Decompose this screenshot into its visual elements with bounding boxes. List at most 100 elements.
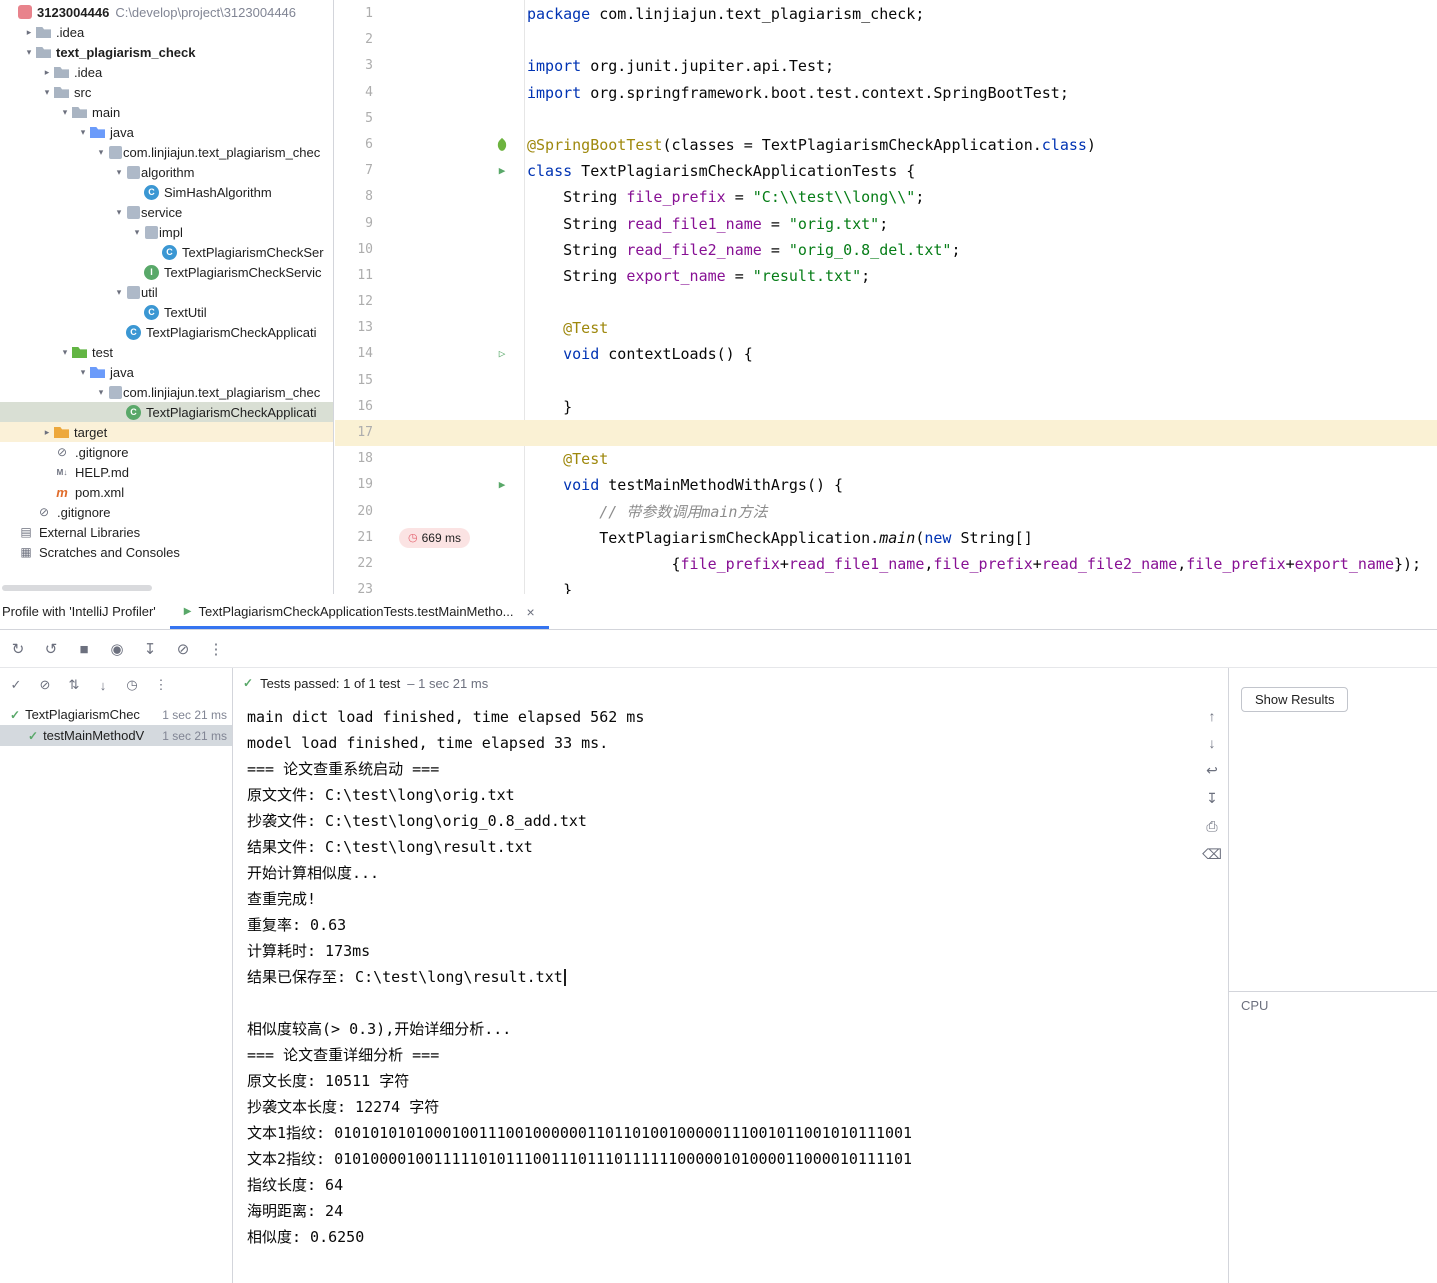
code-line[interactable]: 15 <box>335 368 1437 394</box>
code-line[interactable]: 8 String file_prefix = "C:\\test\\long\\… <box>335 184 1437 210</box>
tree-row[interactable]: M↓ HELP.md <box>0 462 333 482</box>
tree-row[interactable]: ▸ .idea <box>0 62 333 82</box>
tree-row[interactable]: C TextUtil <box>0 302 333 322</box>
code-line[interactable]: 22 {file_prefix+read_file1_name,file_pre… <box>335 551 1437 577</box>
chevron-down-icon[interactable]: ▾ <box>76 367 90 378</box>
console-output[interactable]: main dict load finished, time elapsed 56… <box>233 704 1196 1283</box>
code-line[interactable]: 7 ▶ class TextPlagiarismCheckApplicationTe… <box>335 158 1437 184</box>
tree-row[interactable]: ▾ impl <box>0 222 333 242</box>
run-icon[interactable]: ▷ <box>490 341 514 367</box>
code-line[interactable]: 3 import org.junit.jupiter.api.Test; <box>335 53 1437 79</box>
code-line[interactable]: 20 // 带参数调用main方法 <box>335 499 1437 525</box>
scroll-up-icon[interactable]: ↑ <box>1204 708 1220 724</box>
tree-row[interactable]: ▾ algorithm <box>0 162 333 182</box>
tree-row[interactable]: ⊘ .gitignore <box>0 502 333 522</box>
code-line[interactable]: 16 } <box>335 394 1437 420</box>
code-line[interactable]: 4 import org.springframework.boot.test.co… <box>335 80 1437 106</box>
spring-leaf-icon[interactable] <box>490 132 514 158</box>
tree-row[interactable]: C SimHashAlgorithm <box>0 182 333 202</box>
show-passed-icon[interactable]: ✓ <box>8 677 24 693</box>
run-test-icon[interactable]: ▶ <box>490 472 514 498</box>
chevron-down-icon[interactable]: ▾ <box>40 87 54 98</box>
tree-row[interactable]: ▾ text_plagiarism_check <box>0 42 333 62</box>
show-ignored-icon[interactable]: ⊘ <box>37 677 53 693</box>
code-line[interactable]: 12 <box>335 289 1437 315</box>
more-icon[interactable]: ⋮ <box>153 677 169 693</box>
console-line: 文本2指纹: 010100001001111101011100111011101… <box>247 1150 913 1168</box>
scroll-to-end-icon[interactable]: ↧ <box>1204 790 1220 807</box>
more-options-icon[interactable]: ⋮ <box>208 640 224 658</box>
code-line[interactable]: 10 String read_file2_name = "orig_0.8_de… <box>335 237 1437 263</box>
code-line[interactable]: 11 String export_name = "result.txt"; <box>335 263 1437 289</box>
code-line[interactable]: 19 ▶ void testMainMethodWithArgs() { <box>335 472 1437 498</box>
tab-test-run[interactable]: ▶ TextPlagiarismCheckApplicationTests.te… <box>169 594 549 629</box>
code-text: @Test <box>527 319 608 337</box>
tree-row[interactable]: ⊘ .gitignore <box>0 442 333 462</box>
sort-by-duration-icon[interactable]: ◷ <box>124 677 140 693</box>
chevron-down-icon[interactable]: ▾ <box>112 287 126 298</box>
tree-row[interactable]: ▾ test <box>0 342 333 362</box>
suspend-icon[interactable]: ⊘ <box>175 640 191 658</box>
code-line[interactable]: 14 ▷ void contextLoads() { <box>335 341 1437 367</box>
chevron-down-icon[interactable]: ▾ <box>58 107 72 118</box>
clear-console-icon[interactable]: ⌫ <box>1202 846 1222 863</box>
code-line[interactable]: 23 } <box>335 577 1437 594</box>
tree-row[interactable]: 3123004446 C:\develop\project\3123004446 <box>0 2 333 22</box>
navigate-icon[interactable]: ↓ <box>95 678 111 693</box>
tree-row[interactable]: C TextPlagiarismCheckApplicati <box>0 402 333 422</box>
print-icon[interactable]: ⎙ <box>1204 818 1220 835</box>
show-results-button[interactable]: Show Results <box>1241 687 1349 712</box>
code-line[interactable]: 1 package com.linjiajun.text_plagiarism_c… <box>335 1 1437 27</box>
tree-row[interactable]: ▦ Scratches and Consoles <box>0 542 333 562</box>
snapshot-icon[interactable]: ◉ <box>109 640 125 658</box>
chevron-down-icon[interactable]: ▾ <box>130 227 144 238</box>
test-tree-item[interactable]: ✓ testMainMethodV 1 sec 21 ms <box>0 725 232 746</box>
soft-wrap-icon[interactable]: ↩ <box>1204 762 1220 779</box>
chevron-right-icon[interactable]: ▸ <box>40 427 54 438</box>
code-line[interactable]: 2 <box>335 27 1437 53</box>
tree-row[interactable]: ▾ service <box>0 202 333 222</box>
run-test-icon[interactable]: ▶ <box>490 158 514 184</box>
editor-code[interactable]: 1 package com.linjiajun.text_plagiarism_c… <box>335 0 1437 594</box>
code-line[interactable]: 5 <box>335 106 1437 132</box>
tree-row[interactable]: ▾ java <box>0 362 333 382</box>
tree-row[interactable]: ▾ com.linjiajun.text_plagiarism_chec <box>0 382 333 402</box>
chevron-down-icon[interactable]: ▾ <box>58 347 72 358</box>
tree-row[interactable]: ▸ .idea <box>0 22 333 42</box>
test-tree-item[interactable]: ✓ TextPlagiarismChec 1 sec 21 ms <box>0 704 232 725</box>
code-line[interactable]: 18 @Test <box>335 446 1437 472</box>
code-line[interactable]: 9 String read_file1_name = "orig.txt"; <box>335 211 1437 237</box>
code-line[interactable]: 6 @SpringBootTest(classes = TextPlagiaris… <box>335 132 1437 158</box>
rerun-icon[interactable]: ↻ <box>10 640 26 658</box>
tree-row[interactable]: C TextPlagiarismCheckSer <box>0 242 333 262</box>
rerun-failed-tests-icon[interactable]: ↺ <box>43 640 59 658</box>
close-tab-icon[interactable]: × <box>527 604 535 620</box>
chevron-right-icon[interactable]: ▸ <box>40 67 54 78</box>
tree-row[interactable]: ▤ External Libraries <box>0 522 333 542</box>
chevron-right-icon[interactable]: ▸ <box>22 27 36 38</box>
tree-row[interactable]: ▸ target <box>0 422 333 442</box>
tree-row[interactable]: ▾ com.linjiajun.text_plagiarism_chec <box>0 142 333 162</box>
tab-profile[interactable]: Profile with 'IntelliJ Profiler' <box>0 604 170 619</box>
code-line[interactable]: 21 ◷ 669 ms TextPlagiarismCheckApplication… <box>335 525 1437 551</box>
tree-row[interactable]: ▾ util <box>0 282 333 302</box>
scroll-down-icon[interactable]: ↓ <box>1204 735 1220 751</box>
chevron-down-icon[interactable]: ▾ <box>112 207 126 218</box>
tree-row[interactable]: ▾ main <box>0 102 333 122</box>
chevron-down-icon[interactable]: ▾ <box>94 147 108 158</box>
import-test-results-icon[interactable]: ↧ <box>142 640 158 658</box>
chevron-down-icon[interactable]: ▾ <box>22 47 36 58</box>
tree-horizontal-scrollbar[interactable] <box>2 585 152 591</box>
tree-row[interactable]: m pom.xml <box>0 482 333 502</box>
sort-alphabetically-icon[interactable]: ⇅ <box>66 677 82 693</box>
stop-icon[interactable]: ■ <box>76 641 92 658</box>
chevron-down-icon[interactable]: ▾ <box>76 127 90 138</box>
code-line[interactable]: 13 @Test <box>335 315 1437 341</box>
chevron-down-icon[interactable]: ▾ <box>112 167 126 178</box>
tree-row[interactable]: ▾ src <box>0 82 333 102</box>
tree-row[interactable]: I TextPlagiarismCheckServic <box>0 262 333 282</box>
chevron-down-icon[interactable]: ▾ <box>94 387 108 398</box>
tree-row[interactable]: C TextPlagiarismCheckApplicati <box>0 322 333 342</box>
code-line[interactable]: 17 <box>335 420 1437 447</box>
tree-row[interactable]: ▾ java <box>0 122 333 142</box>
